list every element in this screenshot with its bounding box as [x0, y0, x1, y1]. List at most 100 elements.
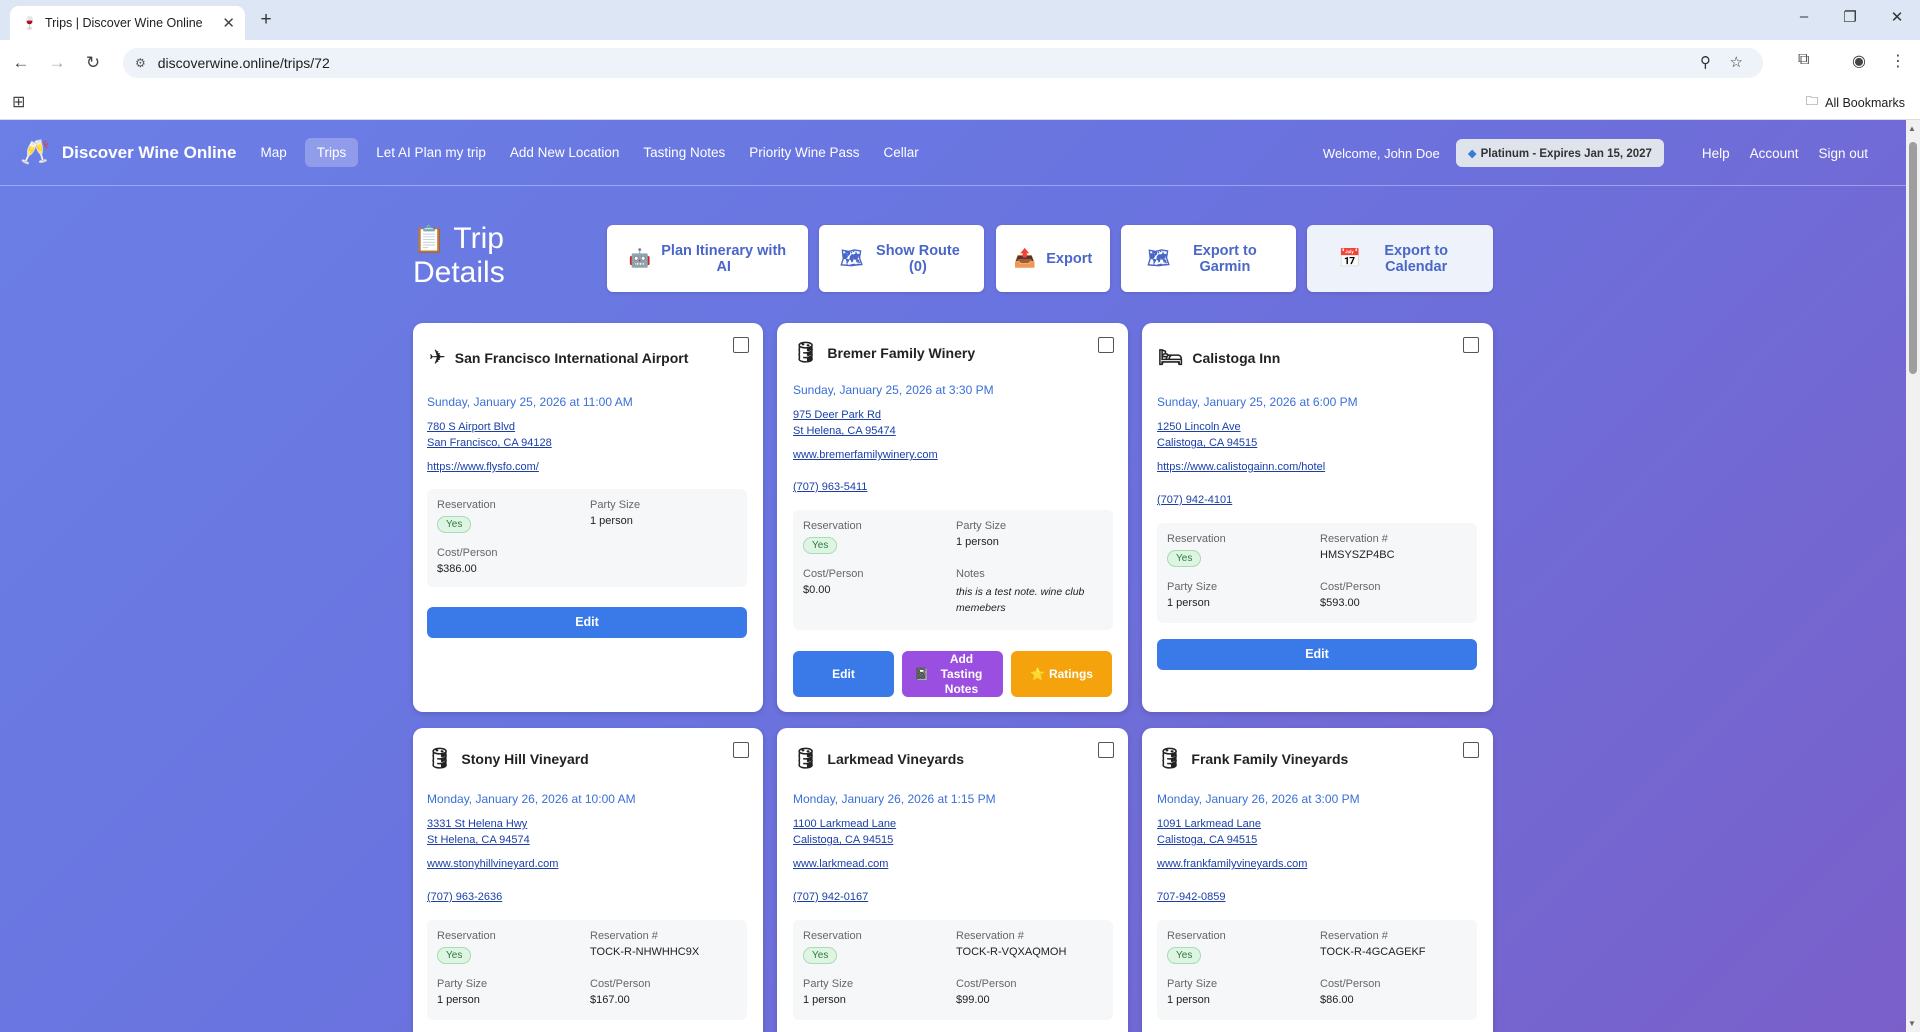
- export-garmin-button[interactable]: 🗺 Export to Garmin: [1121, 225, 1296, 292]
- phone-link[interactable]: (707) 942-0167: [793, 891, 868, 903]
- wine-glasses-logo-icon: 🥂: [20, 139, 50, 166]
- membership-badge[interactable]: ◆ Platinum - Expires Jan 15, 2027: [1455, 139, 1664, 167]
- wine-favicon-icon: 🍷: [22, 16, 37, 30]
- edit-button[interactable]: Edit: [793, 651, 894, 697]
- edit-button[interactable]: Edit: [427, 607, 747, 638]
- select-checkbox[interactable]: [733, 742, 749, 758]
- restore-icon[interactable]: ❐: [1835, 8, 1865, 26]
- select-checkbox[interactable]: [1463, 337, 1479, 353]
- card-title: Bremer Family Winery: [827, 344, 976, 361]
- cost-label: Cost/Person: [437, 547, 498, 559]
- window-close-icon[interactable]: ✕: [1882, 8, 1912, 26]
- cost-label: Cost/Person: [803, 568, 864, 580]
- trip-card: 🛢 Frank Family Vineyards Monday, January …: [1142, 728, 1493, 1032]
- show-route-button[interactable]: 🗺 Show Route (0): [819, 225, 984, 292]
- scroll-up-icon[interactable]: ▲: [1908, 124, 1916, 133]
- url-text[interactable]: discoverwine.online/trips/72: [158, 55, 330, 71]
- nav-account[interactable]: Account: [1750, 140, 1799, 167]
- address-line1[interactable]: 975 Deer Park Rd: [793, 407, 896, 423]
- nav-ai-plan[interactable]: Let AI Plan my trip: [376, 139, 486, 166]
- export-button[interactable]: 📤 Export: [996, 225, 1110, 292]
- minimize-icon[interactable]: –: [1789, 8, 1819, 25]
- back-icon[interactable]: ←: [8, 50, 34, 76]
- export-calendar-button[interactable]: 📅 Export to Calendar: [1307, 225, 1493, 292]
- close-tab-icon[interactable]: ✕: [222, 14, 235, 32]
- address-line2[interactable]: Calistoga, CA 94515: [1157, 832, 1261, 848]
- barrel-icon: 🛢: [793, 342, 819, 364]
- zoom-icon[interactable]: ⚲: [1700, 53, 1711, 71]
- new-tab-icon[interactable]: +: [254, 8, 278, 32]
- reservation-yes-badge: Yes: [1167, 947, 1202, 964]
- nav-sign-out[interactable]: Sign out: [1818, 140, 1868, 167]
- address-line1[interactable]: 780 S Airport Blvd: [427, 419, 552, 435]
- page-title-line1: Trip: [453, 222, 504, 255]
- tab-search-icon[interactable]: ⧉: [1798, 51, 1809, 69]
- card-title: Larkmead Vineyards: [827, 750, 965, 767]
- nav-trips[interactable]: Trips: [304, 138, 359, 167]
- brand[interactable]: 🥂 Discover Wine Online: [20, 138, 237, 167]
- plan-itinerary-ai-button[interactable]: 🤖 Plan Itinerary with AI: [607, 225, 808, 292]
- trip-card: 🛢 Larkmead Vineyards Monday, January 26, …: [777, 728, 1128, 1032]
- card-title: San Francisco International Airport: [454, 349, 689, 366]
- bookmarks-bar: [0, 85, 1920, 120]
- address-line2[interactable]: St Helena, CA 95474: [793, 423, 896, 439]
- all-bookmarks-button[interactable]: 🗀 All Bookmarks: [1806, 92, 1905, 113]
- ratings-label: Ratings: [1048, 666, 1093, 681]
- party-size-value: 1 person: [590, 515, 633, 527]
- menu-dots-icon[interactable]: ⋮: [1890, 51, 1906, 71]
- address-line1[interactable]: 3331 St Helena Hwy: [427, 816, 530, 832]
- nav-cellar[interactable]: Cellar: [884, 139, 919, 166]
- phone-link[interactable]: 707-942-0859: [1157, 891, 1226, 903]
- phone-link[interactable]: (707) 963-2636: [427, 891, 502, 903]
- address-line2[interactable]: Calistoga, CA 94515: [1157, 435, 1257, 451]
- address-line2[interactable]: Calistoga, CA 94515: [793, 832, 896, 848]
- card-title-row: 🛢 Larkmead Vineyards: [793, 746, 964, 771]
- website-link[interactable]: www.bremerfamilywinery.com: [793, 449, 938, 461]
- nav-priority-pass[interactable]: Priority Wine Pass: [749, 139, 859, 166]
- cost-value: $593.00: [1320, 597, 1360, 609]
- website-link[interactable]: www.stonyhillvineyard.com: [427, 858, 558, 870]
- nav-tasting-notes[interactable]: Tasting Notes: [643, 139, 725, 166]
- select-checkbox[interactable]: [733, 337, 749, 353]
- address-line1[interactable]: 1091 Larkmead Lane: [1157, 816, 1261, 832]
- reload-icon[interactable]: ↻: [80, 50, 106, 76]
- info-box: Reservation Yes Reservation # TOCK-R-NHW…: [427, 920, 747, 1020]
- add-tasting-notes-label: Add Tasting Notes: [940, 651, 983, 696]
- select-checkbox[interactable]: [1098, 337, 1114, 353]
- app-navbar: 🥂 Discover Wine Online Map Trips Let AI …: [0, 120, 1906, 186]
- add-tasting-notes-button[interactable]: 📓 Add Tasting Notes: [902, 651, 1003, 697]
- browser-tab[interactable]: 🍷 Trips | Discover Wine Online ✕: [10, 6, 245, 40]
- page-scrollbar[interactable]: ▲ ▼: [1906, 120, 1920, 1032]
- website-link[interactable]: https://www.calistogainn.com/hotel: [1157, 461, 1325, 473]
- address-line1[interactable]: 1250 Lincoln Ave: [1157, 419, 1257, 435]
- bookmark-star-icon[interactable]: ☆: [1730, 53, 1743, 71]
- website-link[interactable]: https://www.flysfo.com/: [427, 461, 539, 473]
- profile-icon[interactable]: ◉: [1852, 51, 1866, 71]
- site-info-icon[interactable]: ⚙: [135, 56, 146, 70]
- website-link[interactable]: www.frankfamilyvineyards.com: [1157, 858, 1307, 870]
- card-title: Frank Family Vineyards: [1191, 750, 1349, 767]
- address-line2[interactable]: St Helena, CA 94574: [427, 832, 530, 848]
- nav-help[interactable]: Help: [1702, 140, 1730, 167]
- nav-add-location[interactable]: Add New Location: [510, 139, 620, 166]
- address-line2[interactable]: San Francisco, CA 94128: [427, 435, 552, 451]
- ratings-button[interactable]: ⭐ Ratings: [1011, 651, 1112, 697]
- phone-link[interactable]: (707) 963-5411: [793, 481, 867, 493]
- reservation-number-value: HMSYSZP4BC: [1320, 549, 1395, 561]
- bed-icon: 🛏: [1158, 347, 1184, 369]
- address-line1[interactable]: 1100 Larkmead Lane: [793, 816, 896, 832]
- edit-button[interactable]: Edit: [1157, 639, 1477, 670]
- forward-icon[interactable]: →: [44, 50, 70, 76]
- apps-grid-icon[interactable]: ⊞: [12, 92, 25, 112]
- scroll-down-icon[interactable]: ▼: [1908, 1019, 1916, 1028]
- reservation-number-label: Reservation #: [956, 930, 1024, 942]
- address-bar[interactable]: ⚙ discoverwine.online/trips/72 ⚲ ☆: [123, 48, 1763, 78]
- select-checkbox[interactable]: [1463, 742, 1479, 758]
- diamond-icon: ◆: [1467, 148, 1477, 160]
- website-link[interactable]: www.larkmead.com: [793, 858, 888, 870]
- reservation-yes-badge: Yes: [803, 537, 838, 554]
- phone-link[interactable]: (707) 942-4101: [1157, 494, 1232, 506]
- select-checkbox[interactable]: [1098, 742, 1114, 758]
- nav-map[interactable]: Map: [261, 139, 287, 166]
- scrollbar-thumb[interactable]: [1909, 142, 1917, 374]
